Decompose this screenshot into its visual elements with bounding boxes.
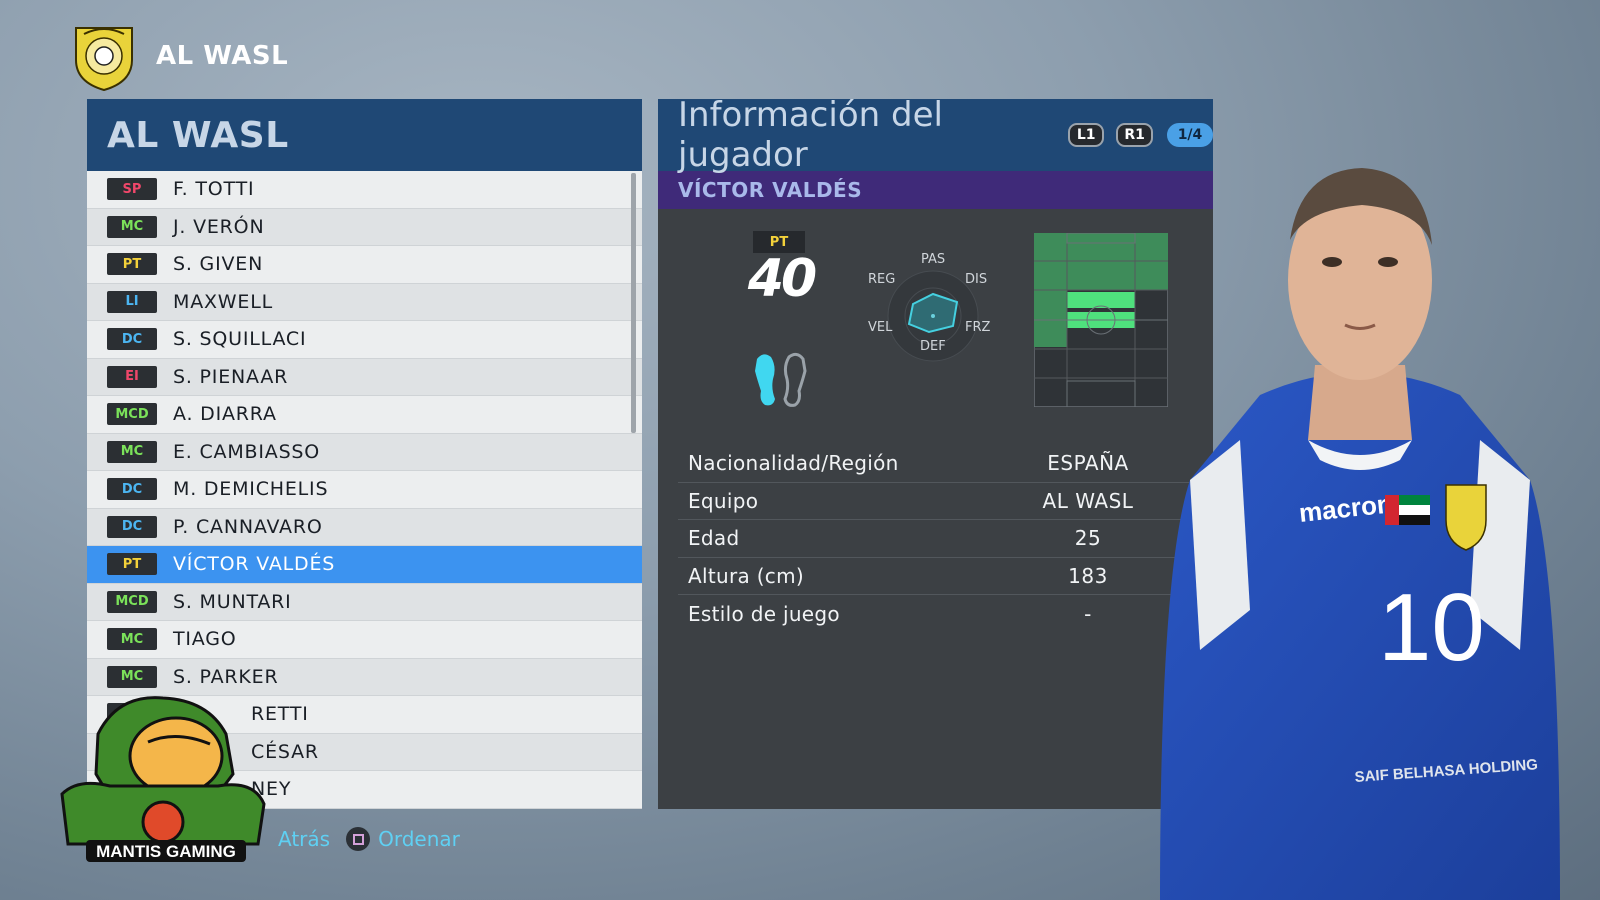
position-badge: MCD xyxy=(107,403,157,426)
player-row[interactable]: PT VÍCTOR VALDÉS xyxy=(87,546,642,584)
info-label: Nacionalidad/Región xyxy=(688,451,899,476)
info-row: Altura (cm) 183 xyxy=(678,558,1193,595)
position-badge: MC xyxy=(107,440,157,463)
player-name: S. GIVEN xyxy=(173,253,264,276)
position-badge: MC xyxy=(107,215,157,238)
info-title: Información del jugador xyxy=(678,95,943,175)
squad-title-bar: AL WASL xyxy=(87,99,642,171)
position-badge: SP xyxy=(107,178,157,201)
player-name: P. CANNAVARO xyxy=(173,515,323,538)
radar-label-pas: PAS xyxy=(921,252,946,267)
kit-number: 10 xyxy=(1378,574,1485,681)
position-badge: MC xyxy=(107,628,157,651)
info-label: Estilo de juego xyxy=(688,601,840,626)
sort-button[interactable]: Ordenar xyxy=(378,827,460,851)
page-indicator: 1/4 xyxy=(1167,123,1213,147)
club-name: AL WASL xyxy=(156,41,289,71)
player-row[interactable]: DC M. DEMICHELIS xyxy=(87,471,642,509)
position-badge: DC xyxy=(107,515,157,538)
preferred-foot-icon xyxy=(755,352,807,407)
player-name: F. TOTTI xyxy=(173,178,255,201)
player-name: MAXWELL xyxy=(173,290,273,313)
mantis-gaming-watermark: MANTIS GAMING xyxy=(60,696,266,862)
player-name: A. DIARRA xyxy=(173,403,277,426)
position-badge: LI xyxy=(107,290,157,313)
player-name: M. DEMICHELIS xyxy=(173,478,329,501)
player-name: J. VERÓN xyxy=(173,215,265,238)
player-details-table: Nacionalidad/Región ESPAÑA Equipo AL WASL Ed… xyxy=(678,445,1193,633)
radar-label-def: DEF xyxy=(920,339,946,354)
player-row[interactable]: LI MAXWELL xyxy=(87,283,642,321)
info-label: Equipo xyxy=(688,488,759,513)
player-name: VÍCTOR VALDÉS xyxy=(173,553,336,576)
l1-button[interactable]: L1 xyxy=(1068,123,1105,147)
footer-controls: Atrás Ordenar xyxy=(278,824,460,854)
player-name: E. CAMBIASSO xyxy=(173,440,321,463)
player-row[interactable]: MC J. VERÓN xyxy=(87,208,642,246)
player-name: TIAGO xyxy=(173,628,237,651)
square-button-icon[interactable] xyxy=(346,827,371,851)
player-name: VÍCTOR VALDÉS xyxy=(678,178,863,202)
player-row[interactable]: MC TIAGO xyxy=(87,621,642,659)
radar-label-reg: REG xyxy=(868,272,896,287)
position-badge: MCD xyxy=(107,590,157,613)
info-row: Estilo de juego - xyxy=(678,595,1193,633)
position-badge: MC xyxy=(107,665,157,688)
position-badge: EI xyxy=(107,365,157,388)
radar-label-frz: FRZ xyxy=(965,320,991,335)
radar-label-dis: DIS xyxy=(965,272,988,287)
player-row[interactable]: MCD A. DIARRA xyxy=(87,396,642,434)
player-name: S. MUNTARI xyxy=(173,590,292,613)
scrollbar[interactable] xyxy=(631,173,636,433)
info-row: Edad 25 xyxy=(678,520,1193,558)
player-row[interactable]: MC E. CAMBIASSO xyxy=(87,433,642,471)
info-row: Equipo AL WASL xyxy=(678,483,1193,520)
player-row[interactable]: MCD S. MUNTARI xyxy=(87,583,642,621)
position-badge: DC xyxy=(107,328,157,351)
watermark-text: MANTIS GAMING xyxy=(96,842,236,861)
player-name: S. PARKER xyxy=(173,665,279,688)
player-portrait: macron 10 SAIF BELHASA HOLDING xyxy=(1160,168,1560,900)
player-row[interactable]: DC S. SQUILLACI xyxy=(87,321,642,359)
player-name: S. PIENAAR xyxy=(173,365,289,388)
overall-rating: 40 xyxy=(747,249,817,309)
r1-button[interactable]: R1 xyxy=(1116,123,1153,147)
player-row[interactable]: SP F. TOTTI xyxy=(87,171,642,209)
player-row[interactable]: MC S. PARKER xyxy=(87,658,642,696)
radar-label-vel: VEL xyxy=(868,320,893,335)
position-badge: PT xyxy=(107,553,157,576)
club-crest-icon xyxy=(75,27,133,92)
player-row[interactable]: DC P. CANNAVARO xyxy=(87,508,642,546)
position-badge: PT xyxy=(107,253,157,276)
player-row[interactable]: PT S. GIVEN xyxy=(87,246,642,284)
player-name: S. SQUILLACI xyxy=(173,328,307,351)
squad-title: AL WASL xyxy=(107,114,289,156)
info-label: Altura (cm) xyxy=(688,563,804,588)
back-button[interactable]: Atrás xyxy=(278,827,330,851)
player-row[interactable]: EI S. PIENAAR xyxy=(87,358,642,396)
ability-radar-chart: PAS REG DIS VEL FRZ DEF xyxy=(868,252,993,379)
club-header: AL WASL xyxy=(70,20,288,92)
position-badge: DC xyxy=(107,478,157,501)
info-row: Nacionalidad/Región ESPAÑA xyxy=(678,445,1193,483)
info-label: Edad xyxy=(688,526,740,551)
